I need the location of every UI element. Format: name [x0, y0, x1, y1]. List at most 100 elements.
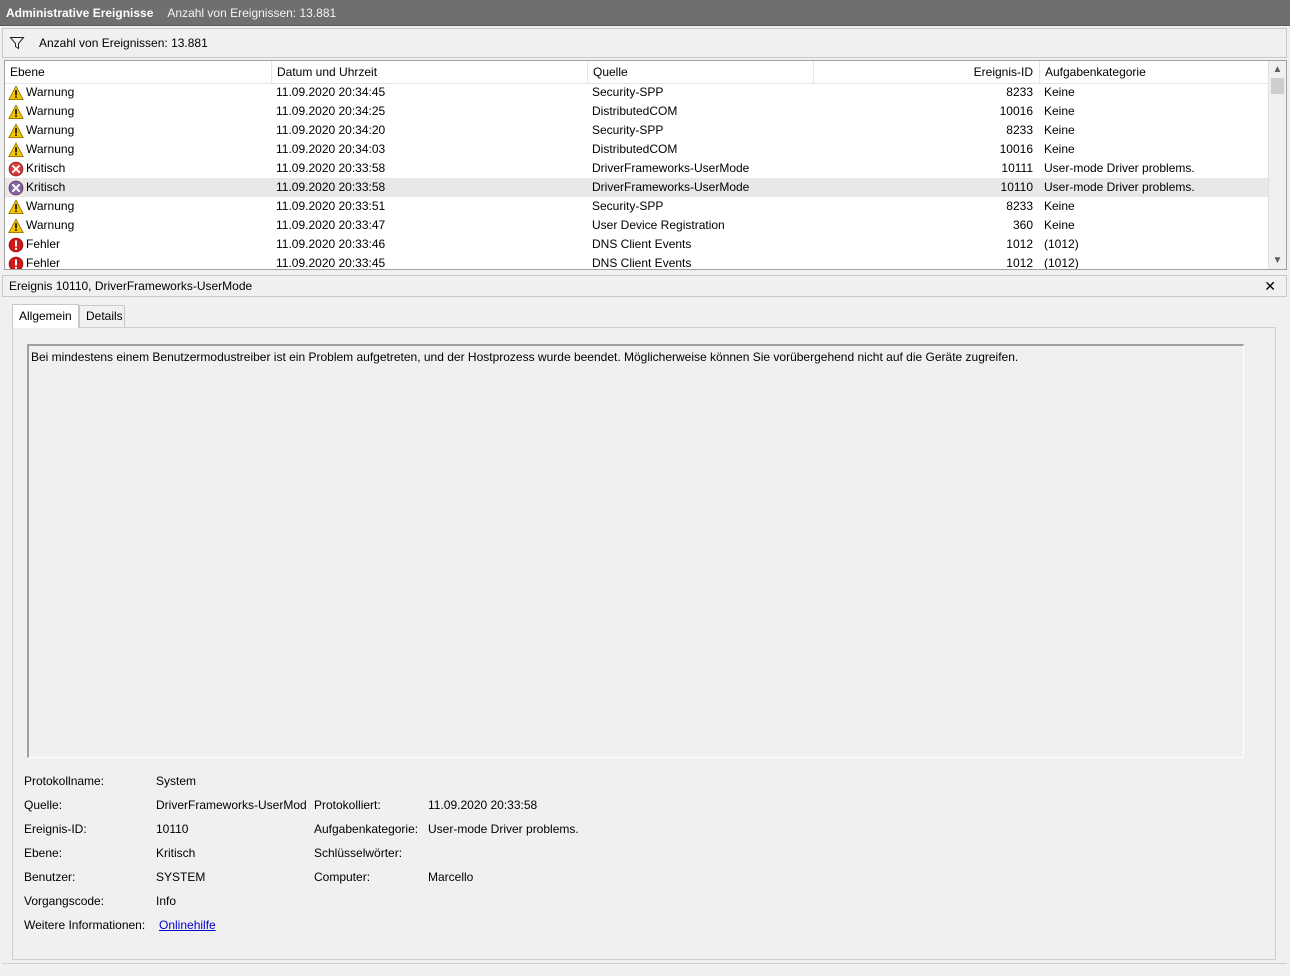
column-header-date[interactable]: Datum und Uhrzeit — [272, 61, 588, 83]
row-date: 11.09.2020 20:34:20 — [276, 123, 386, 137]
keywords-label: Schlüsselwörter: — [314, 846, 403, 860]
error-icon — [8, 256, 26, 269]
table-row[interactable]: Kritisch 11.09.2020 20:33:58 DriverFramewo… — [5, 159, 1269, 178]
warning-icon — [8, 141, 26, 158]
row-event-id: 360 — [1012, 218, 1033, 232]
more-info-label: Weitere Informationen: — [24, 918, 146, 932]
critical-icon — [8, 180, 26, 196]
warning-icon — [8, 217, 26, 234]
row-level-text: Warnung — [26, 142, 75, 156]
table-row[interactable]: Warnung 11.09.2020 20:34:20 Security-SPP 82… — [5, 121, 1269, 140]
row-category: User-mode Driver problems. — [1044, 180, 1195, 194]
event-id-value[interactable]: 10110 — [156, 822, 306, 836]
source-value[interactable]: DriverFrameworks-UserMod — [156, 798, 306, 812]
warning-icon — [8, 103, 26, 120]
logged-value[interactable]: 11.09.2020 20:33:58 — [428, 798, 537, 812]
row-source: Security-SPP — [592, 123, 664, 137]
task-category-label: Aufgabenkategorie: — [314, 822, 419, 836]
row-level: Kritisch — [8, 178, 270, 197]
row-level: Fehler — [8, 254, 270, 269]
row-source: DriverFrameworks-UserMode — [592, 161, 750, 175]
tab-allgemein[interactable]: Allgemein — [12, 304, 79, 328]
table-row[interactable]: Warnung 11.09.2020 20:34:45 Security-SPP 82… — [5, 83, 1269, 102]
event-detail-title: Ereignis 10110, DriverFrameworks-UserMod… — [9, 279, 253, 293]
event-id-label: Ereignis-ID: — [24, 822, 87, 836]
error-icon — [8, 237, 26, 253]
log-name-label: Protokollname: — [24, 774, 105, 788]
filter-count: Anzahl von Ereignissen: 13.881 — [39, 36, 208, 50]
row-category: Keine — [1044, 85, 1075, 99]
warning-icon — [8, 122, 26, 139]
row-level: Warnung — [8, 83, 270, 102]
row-category: User-mode Driver problems. — [1044, 161, 1195, 175]
row-source: User Device Registration — [592, 218, 725, 232]
column-header-id[interactable]: Ereignis-ID — [814, 61, 1040, 83]
row-source: Security-SPP — [592, 199, 664, 213]
row-source: DistributedCOM — [592, 142, 678, 156]
opcode-value[interactable]: Info — [156, 894, 306, 908]
table-row[interactable]: Kritisch 11.09.2020 20:33:58 DriverFramewo… — [5, 178, 1269, 197]
online-help-link[interactable]: Onlinehilfe — [159, 918, 216, 932]
title-bar: Administrative Ereignisse Anzahl von Ere… — [0, 0, 1290, 26]
row-event-id: 8233 — [1006, 199, 1033, 213]
close-icon[interactable]: ✕ — [1264, 276, 1276, 296]
row-event-id: 10111 — [1001, 161, 1033, 175]
status-strip — [2, 963, 1287, 974]
row-category: Keine — [1044, 142, 1075, 156]
opcode-label: Vorgangscode: — [24, 894, 105, 908]
tab-details[interactable]: Details — [79, 305, 125, 328]
scroll-down-icon[interactable]: ▼ — [1269, 252, 1286, 269]
table-row[interactable]: Warnung 11.09.2020 20:33:51 Security-SPP 82… — [5, 197, 1269, 216]
filter-bar: Anzahl von Ereignissen: 13.881 — [2, 28, 1287, 58]
row-category: (1012) — [1044, 237, 1079, 251]
row-category: Keine — [1044, 218, 1075, 232]
row-level-text: Kritisch — [26, 180, 66, 194]
level-value[interactable]: Kritisch — [156, 846, 306, 860]
table-row[interactable]: Warnung 11.09.2020 20:33:47 User Device Re… — [5, 216, 1269, 235]
row-event-id: 8233 — [1006, 123, 1033, 137]
row-level: Kritisch — [8, 159, 270, 178]
view-title: Administrative Ereignisse — [6, 5, 154, 20]
table-rows: Warnung 11.09.2020 20:34:45 Security-SPP 82… — [5, 83, 1269, 270]
table-scrollbar[interactable]: ▲ ▼ — [1268, 61, 1286, 269]
user-value[interactable]: SYSTEM — [156, 870, 306, 884]
column-header-category[interactable]: Aufgabenkategorie — [1040, 61, 1269, 83]
row-level: Warnung — [8, 197, 270, 216]
row-date: 11.09.2020 20:33:58 — [276, 180, 386, 194]
row-level-text: Kritisch — [26, 161, 66, 175]
user-label: Benutzer: — [24, 870, 76, 884]
event-description[interactable]: Bei mindestens einem Benutzermodustreibe… — [27, 344, 1244, 758]
row-date: 11.09.2020 20:34:03 — [276, 142, 386, 156]
table-row[interactable]: Warnung 11.09.2020 20:34:25 DistributedCOM… — [5, 102, 1269, 121]
scroll-thumb[interactable] — [1271, 78, 1284, 94]
table-row[interactable]: Fehler 11.09.2020 20:33:45 DNS Client Even… — [5, 254, 1269, 270]
critical-icon — [8, 161, 26, 177]
row-event-id: 10016 — [999, 104, 1033, 118]
row-source: DNS Client Events — [592, 256, 692, 270]
level-label: Ebene: — [24, 846, 63, 860]
row-level: Warnung — [8, 102, 270, 121]
row-date: 11.09.2020 20:33:46 — [276, 237, 386, 251]
task-category-value[interactable]: User-mode Driver problems. — [428, 822, 579, 836]
computer-value[interactable]: Marcello — [428, 870, 473, 884]
row-category: Keine — [1044, 123, 1075, 137]
event-count: Anzahl von Ereignissen: 13.881 — [167, 5, 337, 20]
table-header: Ebene Datum und Uhrzeit Quelle Ereignis-… — [5, 61, 1269, 84]
table-row[interactable]: Fehler 11.09.2020 20:33:46 DNS Client Even… — [5, 235, 1269, 254]
row-date: 11.09.2020 20:33:47 — [276, 218, 386, 232]
row-source: Security-SPP — [592, 85, 664, 99]
row-date: 11.09.2020 20:34:25 — [276, 104, 386, 118]
log-name-value[interactable]: System — [156, 774, 306, 788]
row-level-text: Warnung — [26, 123, 75, 137]
row-event-id: 10016 — [999, 142, 1033, 156]
scroll-up-icon[interactable]: ▲ — [1269, 61, 1286, 78]
row-level-text: Fehler — [26, 237, 61, 251]
row-level: Warnung — [8, 216, 270, 235]
general-panel: Bei mindestens einem Benutzermodustreibe… — [12, 327, 1276, 960]
table-row[interactable]: Warnung 11.09.2020 20:34:03 DistributedCOM… — [5, 140, 1269, 159]
row-category: Keine — [1044, 199, 1075, 213]
filter-icon[interactable] — [9, 35, 25, 51]
column-header-source[interactable]: Quelle — [588, 61, 814, 83]
row-event-id: 1012 — [1006, 237, 1033, 251]
column-header-level[interactable]: Ebene — [5, 61, 272, 83]
